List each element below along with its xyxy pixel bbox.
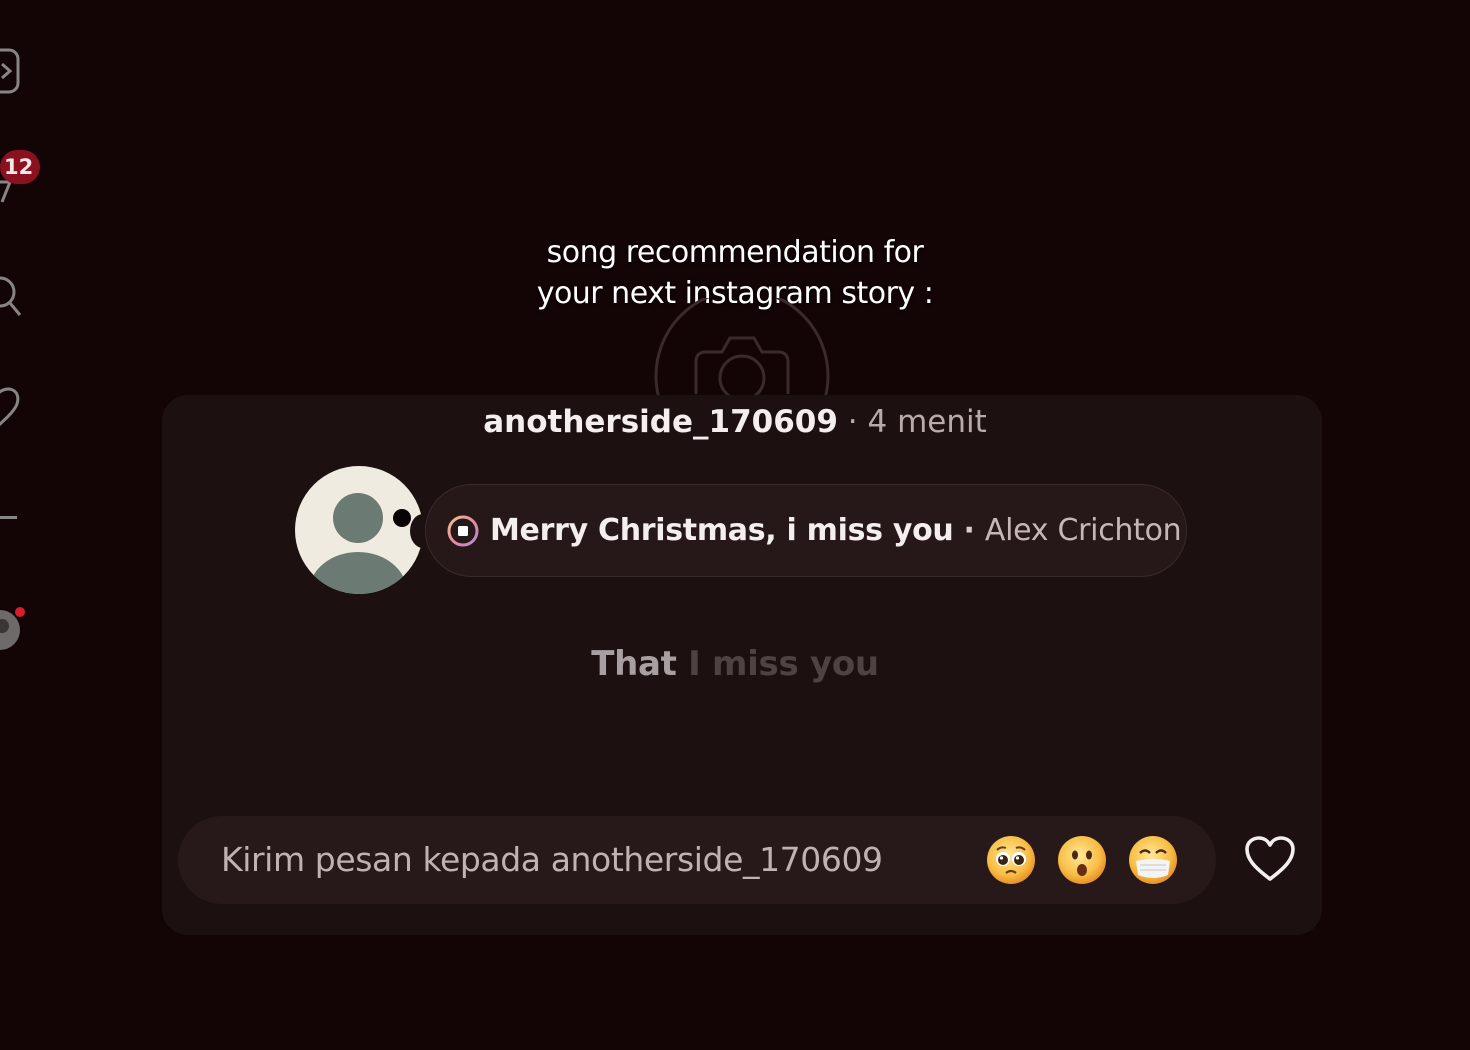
- avatar[interactable]: [295, 466, 423, 594]
- username[interactable]: anotherside_170609: [483, 404, 838, 440]
- like-heart-icon[interactable]: [1244, 835, 1296, 883]
- song-artist: Alex Crichton: [984, 513, 1182, 548]
- caption-line-1: song recommendation for: [546, 235, 924, 270]
- music-note-icon: [447, 515, 479, 546]
- song-title: Merry Christmas, i miss you: [490, 513, 954, 548]
- status-dot: [393, 509, 411, 527]
- search-icon[interactable]: [0, 272, 24, 320]
- post-time: 4 menit: [867, 404, 987, 440]
- reply-input[interactable]: [221, 834, 961, 884]
- face-with-medical-mask-icon[interactable]: [1128, 835, 1178, 885]
- lyrics-active: That: [591, 644, 677, 684]
- avatar-body: [309, 552, 407, 594]
- music-sticker[interactable]: Merry Christmas, i miss you · Alex Crich…: [425, 484, 1187, 577]
- reply-bar: [178, 816, 1216, 904]
- song-separator: ·: [963, 513, 975, 548]
- sidebar: 12: [0, 0, 60, 1050]
- reels-icon[interactable]: [0, 48, 20, 94]
- story-viewer: 12 song recommendation for your next ins…: [0, 0, 1470, 1050]
- lyrics: That I miss you: [0, 640, 1470, 688]
- notifications-badge[interactable]: 12: [0, 150, 40, 184]
- menu-icon[interactable]: [0, 514, 18, 522]
- astonished-face-icon[interactable]: [1057, 835, 1107, 885]
- pleading-face-icon[interactable]: [986, 835, 1036, 885]
- lyrics-inactive: I miss you: [688, 644, 879, 684]
- header-separator: ·: [847, 404, 858, 440]
- messages-icon[interactable]: [0, 180, 14, 206]
- camera-icon: [654, 298, 830, 398]
- story-header: anotherside_170609 · 4 menit: [0, 400, 1470, 444]
- avatar-head: [333, 493, 383, 543]
